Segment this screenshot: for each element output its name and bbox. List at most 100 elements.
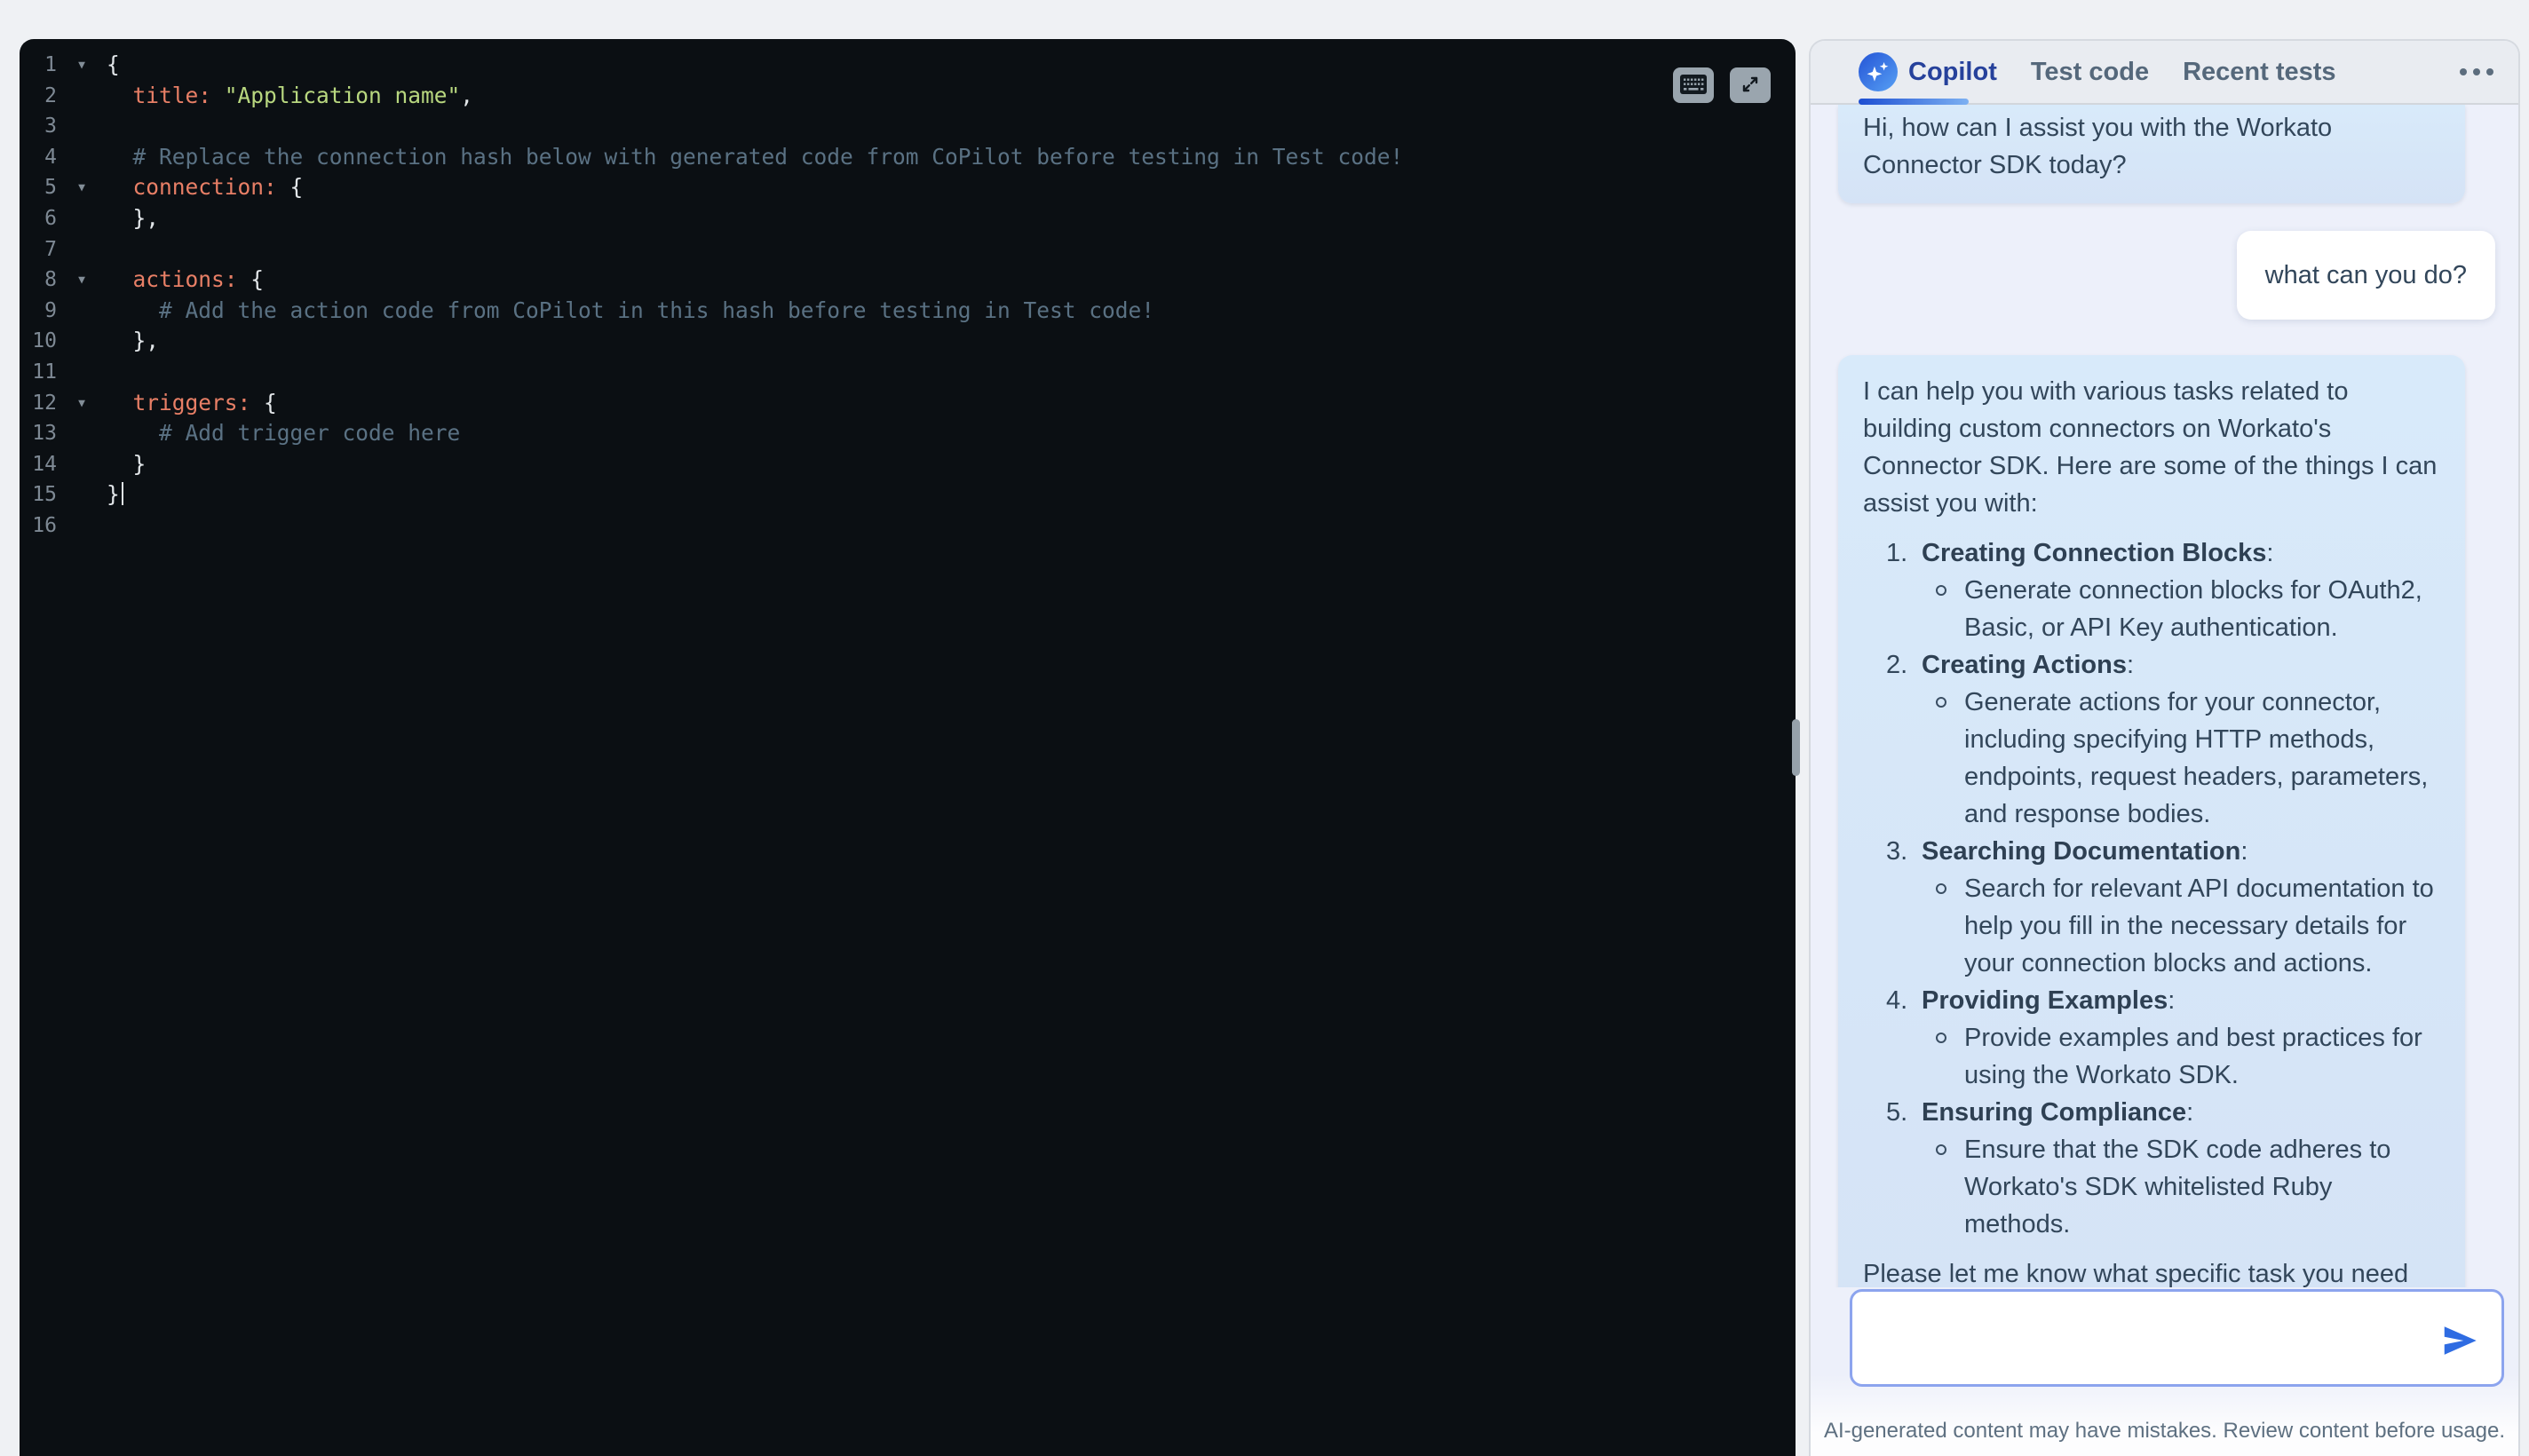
fold-arrow-icon[interactable]: ▼ bbox=[57, 265, 107, 296]
list-item: 1.Creating Connection Blocks:Generate co… bbox=[1886, 534, 2440, 646]
code-line: 1▼{ bbox=[20, 50, 1796, 81]
line-number: 15 bbox=[20, 479, 57, 510]
code-lines: 1▼{2title: "Application name",34# Replac… bbox=[20, 50, 1796, 542]
code-line: 5▼connection: { bbox=[20, 172, 1796, 203]
active-tab-indicator bbox=[1859, 99, 1969, 105]
line-number: 10 bbox=[20, 326, 57, 357]
capability-list: 1.Creating Connection Blocks:Generate co… bbox=[1863, 534, 2440, 1243]
fold-gutter bbox=[57, 449, 107, 480]
code-text: # Replace the connection hash below with… bbox=[107, 142, 1403, 173]
chat-scroll[interactable]: Hi, how can I assist you with the Workat… bbox=[1811, 105, 2518, 1287]
fold-arrow-icon[interactable]: ▼ bbox=[57, 388, 107, 419]
code-line: 12▼triggers: { bbox=[20, 388, 1796, 419]
fold-gutter bbox=[57, 326, 107, 357]
fold-arrow-icon[interactable]: ▼ bbox=[57, 50, 107, 81]
send-icon bbox=[2439, 1350, 2480, 1364]
fold-gutter bbox=[57, 111, 107, 142]
send-button[interactable] bbox=[2439, 1320, 2480, 1361]
fold-gutter bbox=[57, 203, 107, 234]
tab-copilot-label: Copilot bbox=[1908, 58, 1997, 87]
line-number: 3 bbox=[20, 111, 57, 142]
code-text: title: "Application name", bbox=[107, 81, 473, 112]
fold-gutter bbox=[57, 479, 107, 510]
line-number: 5 bbox=[20, 172, 57, 203]
panel-header: Copilot Test code Recent tests bbox=[1811, 41, 2518, 105]
line-number: 11 bbox=[20, 357, 57, 388]
panel-resize-handle[interactable] bbox=[1792, 719, 1800, 776]
fold-gutter bbox=[57, 418, 107, 449]
circle-bullet-icon bbox=[1936, 585, 1946, 596]
code-text: } bbox=[107, 449, 146, 480]
code-line: 13 # Add trigger code here bbox=[20, 418, 1796, 449]
code-text: connection: { bbox=[107, 172, 303, 203]
assistant-message: I can help you with various tasks relate… bbox=[1838, 355, 2465, 1287]
list-item: 5.Ensuring Compliance:Ensure that the SD… bbox=[1886, 1094, 2440, 1243]
code-line: 9 # Add the action code from CoPilot in t… bbox=[20, 296, 1796, 327]
line-number: 9 bbox=[20, 296, 57, 327]
code-editor[interactable]: 1▼{2title: "Application name",34# Replac… bbox=[20, 39, 1796, 1456]
code-line: 4# Replace the connection hash below wit… bbox=[20, 142, 1796, 173]
fold-gutter bbox=[57, 142, 107, 173]
fold-arrow-icon[interactable]: ▼ bbox=[57, 172, 107, 203]
editor-toolbar bbox=[1673, 67, 1771, 103]
code-line: 2 title: "Application name", bbox=[20, 81, 1796, 112]
copilot-panel: Copilot Test code Recent tests Hi, how c… bbox=[1809, 39, 2520, 1456]
line-number: 16 bbox=[20, 510, 57, 542]
copilot-sparkle-icon bbox=[1859, 52, 1898, 91]
circle-bullet-icon bbox=[1936, 1144, 1946, 1155]
fold-gutter bbox=[57, 81, 107, 112]
list-item: 4.Providing Examples:Provide examples an… bbox=[1886, 982, 2440, 1094]
assistant-message: Hi, how can I assist you with the Workat… bbox=[1838, 105, 2465, 203]
list-item: 2.Creating Actions:Generate actions for … bbox=[1886, 646, 2440, 833]
ai-disclaimer: AI-generated content may have mistakes. … bbox=[1811, 1419, 2518, 1444]
message-intro: I can help you with various tasks relate… bbox=[1863, 373, 2440, 522]
line-number: 7 bbox=[20, 234, 57, 265]
code-line: 15} bbox=[20, 479, 1796, 510]
line-number: 8 bbox=[20, 265, 57, 296]
expand-editor-button[interactable] bbox=[1730, 67, 1771, 103]
circle-bullet-icon bbox=[1936, 1033, 1946, 1043]
code-line: 7 bbox=[20, 234, 1796, 265]
code-text: triggers: { bbox=[107, 388, 277, 419]
circle-bullet-icon bbox=[1936, 883, 1946, 894]
line-number: 2 bbox=[20, 81, 57, 112]
code-text: # Add trigger code here bbox=[107, 418, 460, 449]
circle-bullet-icon bbox=[1936, 697, 1946, 708]
panel-tabs: Copilot Test code Recent tests bbox=[1859, 52, 2336, 91]
list-item: 3.Searching Documentation:Search for rel… bbox=[1886, 833, 2440, 982]
line-number: 13 bbox=[20, 418, 57, 449]
chat-input-area: AI-generated content may have mistakes. … bbox=[1811, 1287, 2518, 1456]
code-line: 14} bbox=[20, 449, 1796, 480]
tab-recent-tests-label: Recent tests bbox=[2183, 58, 2335, 87]
user-message: what can you do? bbox=[2237, 231, 2495, 320]
fold-gutter bbox=[57, 296, 107, 327]
text-cursor bbox=[122, 482, 124, 505]
code-text: { bbox=[107, 50, 120, 81]
fold-gutter bbox=[57, 357, 107, 388]
code-text: } bbox=[107, 479, 123, 510]
keyboard-shortcuts-button[interactable] bbox=[1673, 67, 1714, 103]
code-line: 8▼actions: { bbox=[20, 265, 1796, 296]
code-line: 11 bbox=[20, 357, 1796, 388]
workato-connector-sdk-workspace: { "page": { "background": "#eff1f4" }, "… bbox=[0, 0, 2529, 1456]
line-number: 1 bbox=[20, 50, 57, 81]
fold-gutter bbox=[57, 234, 107, 265]
code-line: 16 bbox=[20, 510, 1796, 542]
fold-gutter bbox=[57, 510, 107, 542]
code-text: }, bbox=[107, 326, 159, 357]
tab-copilot[interactable]: Copilot bbox=[1859, 52, 1997, 91]
message-input-box bbox=[1850, 1289, 2504, 1387]
line-number: 14 bbox=[20, 449, 57, 480]
code-text: # Add the action code from CoPilot in th… bbox=[107, 296, 1154, 327]
message-input[interactable] bbox=[1852, 1292, 2501, 1384]
code-line: 6}, bbox=[20, 203, 1796, 234]
message-outro: Please let me know what specific task yo… bbox=[1863, 1255, 2440, 1287]
code-text: }, bbox=[107, 203, 159, 234]
code-text: actions: { bbox=[107, 265, 264, 296]
expand-icon bbox=[1740, 74, 1761, 98]
code-line: 3 bbox=[20, 111, 1796, 142]
ellipsis-icon[interactable] bbox=[2460, 61, 2493, 83]
tab-test-code-label: Test code bbox=[2031, 58, 2149, 87]
tab-test-code[interactable]: Test code bbox=[2031, 58, 2149, 87]
tab-recent-tests[interactable]: Recent tests bbox=[2183, 58, 2335, 87]
